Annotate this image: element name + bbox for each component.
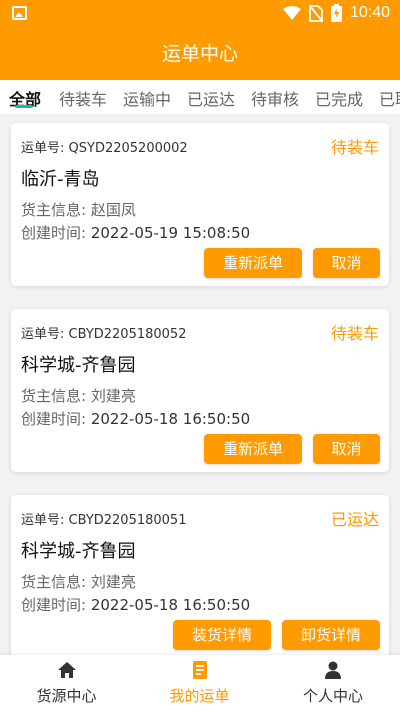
nav-personal-center[interactable]: 个人中心 bbox=[266, 655, 400, 711]
created-time: 创建时间: 2022-05-18 16:50:50 bbox=[21, 410, 251, 428]
cargo-owner: 货主信息: 刘建亮 bbox=[21, 573, 136, 591]
loading-details-button[interactable]: 装货详情 bbox=[173, 620, 271, 650]
nav-label: 我的运单 bbox=[169, 687, 230, 705]
bottom-nav: 货源中心 我的运单 个人中心 bbox=[0, 655, 400, 711]
tab-to-load[interactable]: 待装车 bbox=[59, 86, 107, 110]
no-sim-icon bbox=[308, 4, 323, 22]
gallery-icon bbox=[12, 6, 27, 20]
status-icons: 10:40 bbox=[282, 4, 390, 22]
nav-my-orders[interactable]: 我的运单 bbox=[133, 655, 266, 711]
cancel-button[interactable]: 取消 bbox=[313, 434, 380, 464]
order-number: 运单号: CBYD2205180052 bbox=[21, 327, 187, 342]
status-badge: 已运达 bbox=[330, 510, 379, 529]
tab-pending-review[interactable]: 待审核 bbox=[251, 86, 299, 110]
tab-in-transit[interactable]: 运输中 bbox=[123, 86, 171, 110]
order-number: 运单号: CBYD2205180051 bbox=[21, 513, 187, 528]
nav-label: 货源中心 bbox=[36, 687, 97, 705]
wifi-icon bbox=[282, 5, 301, 20]
battery-charging-icon bbox=[330, 4, 342, 22]
home-icon bbox=[57, 662, 76, 678]
reassign-button[interactable]: 重新派单 bbox=[204, 248, 302, 278]
cancel-button[interactable]: 取消 bbox=[313, 248, 380, 278]
order-card[interactable]: 运单号: CBYD2205180052 待装车 科学城-齐鲁园 货主信息: 刘建… bbox=[11, 309, 389, 472]
route: 科学城-齐鲁园 bbox=[21, 541, 136, 562]
page-title: 运单中心 bbox=[0, 28, 400, 80]
route: 临沂-青岛 bbox=[21, 169, 100, 190]
route: 科学城-齐鲁园 bbox=[21, 355, 136, 376]
order-card[interactable]: 运单号: QSYD2205200002 待装车 临沂-青岛 货主信息: 赵国凤 … bbox=[11, 123, 389, 286]
unloading-details-button[interactable]: 卸货详情 bbox=[282, 620, 380, 650]
order-number: 运单号: QSYD2205200002 bbox=[21, 141, 188, 156]
order-card[interactable]: 运单号: CBYD2205180051 已运达 科学城-齐鲁园 货主信息: 刘建… bbox=[11, 495, 389, 667]
document-icon bbox=[192, 661, 207, 679]
status-badge: 待装车 bbox=[330, 138, 379, 157]
status-badge: 待装车 bbox=[330, 324, 379, 343]
tab-completed[interactable]: 已完成 bbox=[315, 86, 363, 110]
nav-label: 个人中心 bbox=[302, 687, 363, 705]
tab-arrived[interactable]: 已运达 bbox=[187, 86, 235, 110]
status-time: 10:40 bbox=[349, 4, 390, 21]
tab-active-indicator bbox=[15, 105, 33, 108]
tab-bar: 全部 待装车 运输中 已运达 待审核 已完成 已取消 bbox=[0, 80, 400, 114]
created-time: 创建时间: 2022-05-19 15:08:50 bbox=[21, 224, 251, 242]
person-icon bbox=[325, 661, 341, 679]
nav-cargo-center[interactable]: 货源中心 bbox=[0, 655, 133, 711]
tab-cancelled[interactable]: 已取消 bbox=[379, 86, 400, 110]
cargo-owner: 货主信息: 赵国凤 bbox=[21, 201, 136, 219]
cargo-owner: 货主信息: 刘建亮 bbox=[21, 387, 136, 405]
status-bar: 10:40 bbox=[0, 0, 400, 28]
created-time: 创建时间: 2022-05-18 16:50:50 bbox=[21, 596, 251, 614]
reassign-button[interactable]: 重新派单 bbox=[204, 434, 302, 464]
